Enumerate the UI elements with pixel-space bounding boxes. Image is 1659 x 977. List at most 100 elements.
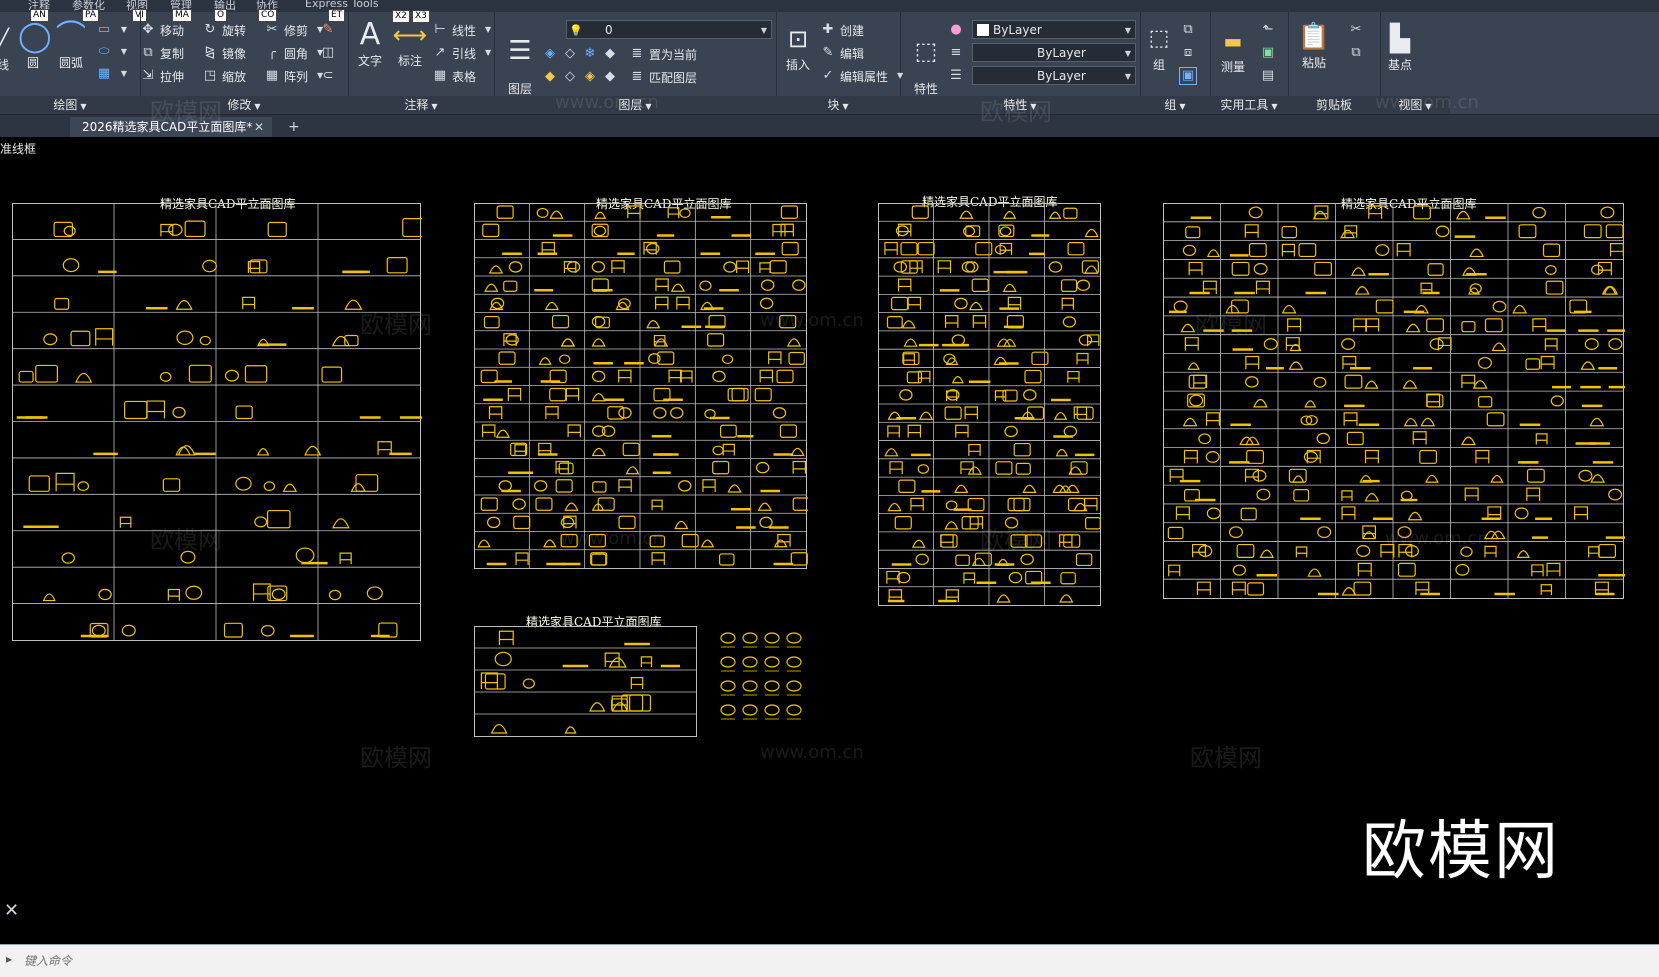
leader-button[interactable]: ↗ 引线 ▼ — [432, 43, 496, 63]
eraser-icon: ✎ — [322, 22, 334, 37]
mirror-button[interactable]: ⧎ 镜像 — [202, 43, 246, 63]
select-all-button[interactable]: ▣ — [1260, 43, 1276, 63]
furniture-symbol — [1075, 553, 1093, 567]
quick-select-button[interactable]: ⬑ — [1260, 20, 1276, 40]
explode-button[interactable]: ◫ — [320, 43, 336, 63]
copy-clip-button[interactable]: ⧉ — [1348, 43, 1364, 63]
furniture-symbol — [1477, 396, 1493, 408]
insert-icon: ⊡ — [787, 25, 809, 53]
furniture-symbol — [1584, 338, 1599, 351]
insert-block-button[interactable]: ⊡ 插入 — [778, 22, 818, 73]
furniture-symbol — [1182, 417, 1198, 427]
furniture-symbol — [759, 369, 774, 383]
panel-annotation-label[interactable]: 注释 ▼ — [348, 96, 494, 114]
paste-button[interactable]: 📋 粘贴 — [1294, 20, 1334, 71]
edit-attributes-button[interactable]: ✓ 编辑属性 ▼ — [820, 66, 908, 86]
command-input[interactable] — [22, 951, 626, 971]
furniture-symbol — [918, 411, 934, 420]
offset-button[interactable]: ⊂ — [320, 66, 336, 86]
line-tool[interactable]: ╱ 线 — [0, 22, 14, 73]
stretch-button[interactable]: ⇲ 拉伸 — [140, 66, 184, 86]
measure-button[interactable]: ▬ 测量 — [1214, 24, 1252, 75]
furniture-symbol — [1196, 581, 1211, 595]
lineweight-dropdown[interactable]: ByLayer ▼ — [972, 66, 1136, 85]
furniture-symbol — [263, 481, 276, 492]
array-button[interactable]: ▦ 阵列 ▼ — [264, 66, 328, 86]
furniture-symbol — [630, 677, 644, 689]
ellipse-tool[interactable]: ⬭ ▼ — [96, 42, 132, 62]
panel-groups-label[interactable]: 组 ▼ — [1140, 96, 1210, 114]
furniture-symbol — [507, 387, 522, 401]
table-button[interactable]: ▦ 表格 — [432, 66, 476, 86]
drawing-sheet[interactable]: 精选家具CAD平立面图库 — [878, 193, 1116, 643]
copy-button[interactable]: ⧉ 复制 — [140, 43, 184, 63]
panel-block-label[interactable]: 块 ▼ — [776, 96, 900, 114]
match-layer-button[interactable]: ≣ 匹配图层 — [629, 67, 697, 87]
furniture-symbol — [1354, 286, 1370, 295]
furniture-symbol — [1063, 207, 1078, 219]
furniture-symbol — [1244, 224, 1259, 238]
drawing-sheet[interactable]: 精选家具CAD平立面图库 — [474, 613, 712, 753]
new-tab-button[interactable]: + — [288, 117, 300, 137]
scale-button[interactable]: ◳ 缩放 — [202, 66, 246, 86]
command-prompt-icon[interactable]: ▸ — [6, 952, 12, 966]
arc-tool[interactable]: ⌒ 圆弧 — [56, 20, 86, 71]
viewport-style-label[interactable]: 准线框 — [0, 140, 36, 157]
furniture-symbol — [91, 624, 106, 637]
layer-dropdown[interactable]: 💡 0 ▼ — [566, 20, 772, 39]
group-select-button[interactable]: ▣ — [1179, 66, 1197, 86]
drawing-sheet[interactable]: 精选家具CAD平立面图库 — [12, 195, 446, 675]
close-icon[interactable]: ✕ — [4, 900, 19, 921]
furniture-symbol — [608, 657, 627, 668]
circle-tool[interactable]: ◯ 圆 — [18, 20, 52, 71]
furniture-symbol — [224, 369, 239, 382]
linetype-dropdown[interactable]: ByLayer ▼ — [972, 43, 1136, 62]
fillet-button[interactable]: ╭ 圆角 ▼ — [264, 43, 328, 63]
trim-button[interactable]: ✂ 修剪 ▼ — [264, 20, 328, 40]
drawing-sheet[interactable]: 精选家具CAD平立面图库 — [1163, 195, 1653, 635]
text-button[interactable]: A 文字 — [352, 18, 388, 69]
furniture-symbol — [968, 301, 984, 311]
close-icon[interactable]: ✕ — [254, 117, 264, 137]
furniture-symbol — [1240, 507, 1257, 521]
furniture-symbol — [1188, 261, 1203, 276]
drawing-sheet[interactable]: 精选家具CAD平立面图库 — [474, 195, 830, 605]
menu-bar: 注释 参数化 视图 管理 输出 协作 Express Tools — [0, 0, 1659, 12]
linear-dim-button[interactable]: ⊢ 线性 ▼ — [432, 20, 496, 40]
edit-block-button[interactable]: ✎ 编辑 — [820, 43, 864, 63]
layer-tools-row2[interactable]: ◆ ◇ ◈ ◆ — [542, 67, 618, 87]
base-view-icon: ▙ — [1390, 24, 1410, 54]
group-button[interactable]: ⬚ 组 — [1144, 22, 1174, 73]
dimension-button[interactable]: ⟷ 标注 — [392, 18, 428, 69]
calculator-button[interactable]: ▤ — [1260, 66, 1276, 86]
rotate-icon: ↻ — [204, 22, 216, 37]
panel-draw-label[interactable]: 绘图 ▼ — [0, 96, 140, 114]
furniture-symbol — [366, 586, 383, 600]
furniture-symbol — [1076, 406, 1094, 420]
furniture-symbol — [1231, 581, 1246, 595]
color-dropdown[interactable]: ByLayer ▼ — [972, 20, 1136, 39]
erase-button[interactable]: ✎ — [320, 20, 336, 40]
furniture-symbol — [884, 241, 898, 255]
layer-name: 0 — [605, 23, 613, 37]
group-edit-button[interactable]: ⧈ — [1180, 43, 1196, 63]
create-block-button[interactable]: ✚ 创建 — [820, 20, 864, 40]
layer-tools-row1[interactable]: ◈ ◇ ❄ ◆ — [542, 44, 618, 64]
panel-utilities-label[interactable]: 实用工具 ▼ — [1210, 96, 1288, 114]
furniture-symbol — [646, 320, 661, 329]
base-point-button[interactable]: ▙ 基点 — [1380, 22, 1420, 73]
furniture-symbol — [185, 585, 203, 600]
furniture-symbol — [1425, 474, 1439, 483]
ungroup-button[interactable]: ⧉ — [1180, 20, 1196, 40]
hatch-tool[interactable]: ▦ ▼ — [96, 64, 132, 84]
cut-button[interactable]: ✂ — [1348, 20, 1364, 40]
panel-block: ⊡ 插入 ✚ 创建 ✎ 编辑 ✓ 编辑属性 ▼ 块 ▼ — [776, 12, 903, 114]
furniture-symbol — [1461, 321, 1476, 333]
move-button[interactable]: ✥ 移动 — [140, 20, 184, 40]
furniture-symbol — [910, 497, 924, 511]
rectangle-tool[interactable]: ▭ ▼ — [96, 20, 132, 40]
furniture-symbol — [188, 364, 212, 383]
set-current-button[interactable]: ≣ 置为当前 — [629, 44, 697, 64]
rotate-button[interactable]: ↻ 旋转 — [202, 20, 246, 40]
furniture-symbol — [1545, 280, 1564, 295]
